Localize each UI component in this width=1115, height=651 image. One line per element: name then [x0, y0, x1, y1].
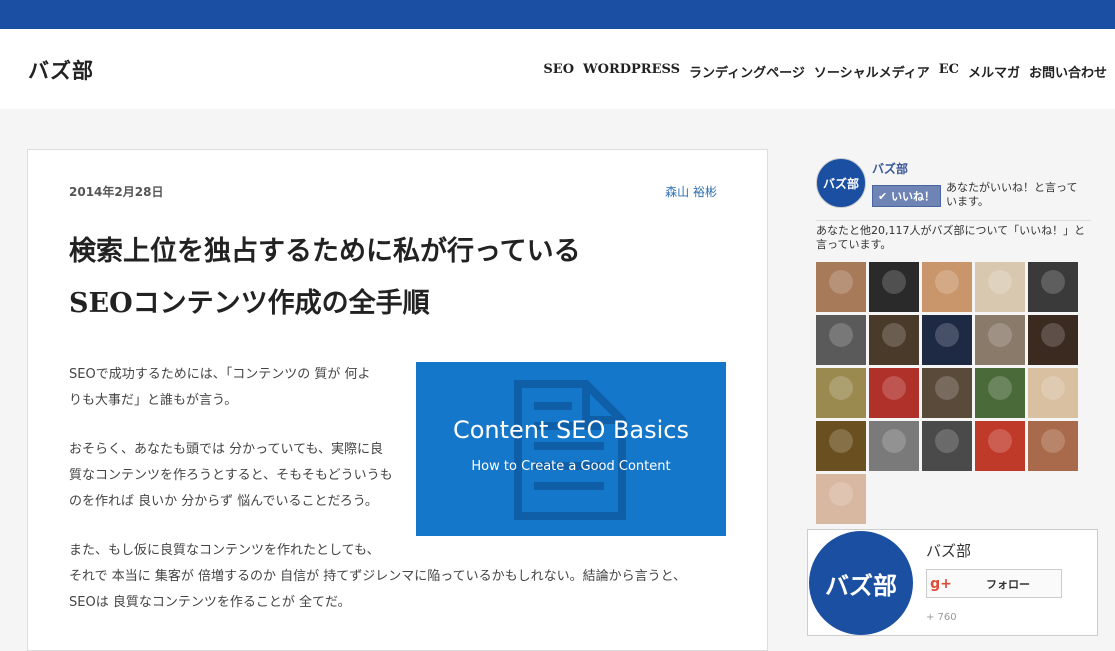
paragraph-3: また、もし仮に良質なコンテンツを作れたとしても、 それで 本当に 集客が 倍増す… [69, 538, 719, 616]
fan-avatar[interactable] [975, 368, 1025, 418]
facebook-like-button[interactable]: ✔ いいね！ [872, 185, 942, 207]
article-card: 2014年2月28日 森山 裕彬 検索上位を独占するために私が行っている SEO… [27, 149, 768, 651]
document-icon [514, 380, 626, 520]
google-plus-icon: g+ [930, 575, 952, 592]
hero-title: Content SEO Basics [452, 416, 690, 444]
fan-avatar[interactable] [869, 368, 919, 418]
facebook-page-avatar[interactable]: バズ部 [816, 158, 866, 208]
hero-image: Content SEO Basics How to Create a Good … [416, 362, 726, 536]
paragraph-1: SEOで成功するためには、「コンテンツの 質が 何よ りも大事だ」と誰もが言う。 [69, 362, 389, 414]
fan-avatar[interactable] [1028, 262, 1078, 312]
nav-item-seo[interactable]: SEO [543, 62, 574, 81]
post-title-line1: 検索上位を独占するために私が行っている [69, 236, 581, 267]
top-bar [0, 0, 1115, 29]
facebook-page-name[interactable]: バズ部 [872, 160, 908, 177]
nav-item-mailmagazine[interactable]: メルマガ [968, 62, 1020, 81]
post-date: 2014年2月28日 [69, 185, 164, 199]
nav-item-wordpress[interactable]: WORDPRESS [583, 62, 680, 81]
fan-avatar[interactable] [975, 262, 1025, 312]
fan-avatar[interactable] [816, 474, 866, 524]
fan-avatar[interactable] [975, 315, 1025, 365]
facebook-like-label: いいね！ [891, 190, 936, 203]
paragraph-2-line2: 質なコンテンツを作ろうとすると、そもそもどういうも [69, 468, 393, 483]
nav-item-landing-page[interactable]: ランディングページ [689, 62, 805, 81]
google-plus-page-logo[interactable]: バズ部 [809, 531, 913, 635]
facebook-like-count: あなたと他20,117人がバズ部について「いいね！」と言っています。 [816, 224, 1086, 251]
fan-avatar[interactable] [816, 421, 866, 471]
paragraph-1-line2: りも大事だ」と誰もが言う。 [69, 393, 238, 408]
fan-avatar[interactable] [816, 368, 866, 418]
paragraph-2: おそらく、あなたも頭では 分かっていても、実際に良 質なコンテンツを作ろうとする… [69, 437, 399, 515]
paragraph-1-line1: SEOで成功するためには、「コンテンツの 質が 何よ [69, 367, 371, 382]
paragraph-3-line1: また、もし仮に良質なコンテンツを作れたとしても、 [69, 543, 380, 558]
google-plus-follow-button[interactable]: g+ フォロー [926, 569, 1062, 598]
paragraph-3-line3: SEOは 良質なコンテンツを作ることが 全てだ。 [69, 595, 351, 610]
fan-avatar[interactable] [869, 315, 919, 365]
fan-avatar[interactable] [869, 262, 919, 312]
google-plus-follow-label: フォロー [986, 577, 1030, 591]
fan-avatar[interactable] [922, 315, 972, 365]
post-title-line2: SEOコンテンツ作成の全手順 [69, 288, 430, 319]
paragraph-3-line2: それで 本当に 集客が 倍増するのか 自信が 持てずジレンマに陥っているかもしれ… [69, 569, 687, 584]
site-logo[interactable]: バズ部 [28, 55, 94, 85]
fan-avatar[interactable] [922, 368, 972, 418]
nav-item-contact[interactable]: お問い合わせ [1029, 62, 1107, 81]
fan-avatar[interactable] [869, 421, 919, 471]
fan-avatar[interactable] [1028, 315, 1078, 365]
hero-subtitle: How to Create a Good Content [471, 459, 671, 474]
site-header: バズ部 SEO WORDPRESS ランディングページ ソーシャルメディア EC… [0, 29, 1115, 109]
fan-avatar[interactable] [1028, 421, 1078, 471]
google-plus-badge: バズ部 バズ部 g+ フォロー + 760 [807, 529, 1098, 636]
paragraph-2-line1: おそらく、あなたも頭では 分かっていても、実際に良 [69, 442, 384, 457]
fan-avatar[interactable] [1028, 368, 1078, 418]
nav-item-social-media[interactable]: ソーシャルメディア [814, 62, 930, 81]
fan-avatar[interactable] [816, 262, 866, 312]
divider [816, 220, 1091, 221]
post-author[interactable]: 森山 裕彬 [665, 183, 717, 200]
paragraph-2-line3: のを作れば 良いか 分からず 悩んでいることだろう。 [69, 494, 378, 509]
fan-avatar[interactable] [975, 421, 1025, 471]
main-nav: SEO WORDPRESS ランディングページ ソーシャルメディア EC メルマ… [543, 62, 1107, 81]
google-plus-follower-count: + 760 [926, 612, 957, 623]
nav-item-ec[interactable]: EC [939, 62, 959, 81]
post-title: 検索上位を独占するために私が行っている SEOコンテンツ作成の全手順 [69, 226, 709, 330]
facebook-you-like-text: あなたがいいね！と言って います。 [946, 181, 1078, 208]
fan-avatar[interactable] [922, 262, 972, 312]
fan-avatar[interactable] [922, 421, 972, 471]
check-icon: ✔ [878, 190, 888, 203]
fan-avatar[interactable] [816, 315, 866, 365]
google-plus-page-name[interactable]: バズ部 [926, 540, 971, 561]
